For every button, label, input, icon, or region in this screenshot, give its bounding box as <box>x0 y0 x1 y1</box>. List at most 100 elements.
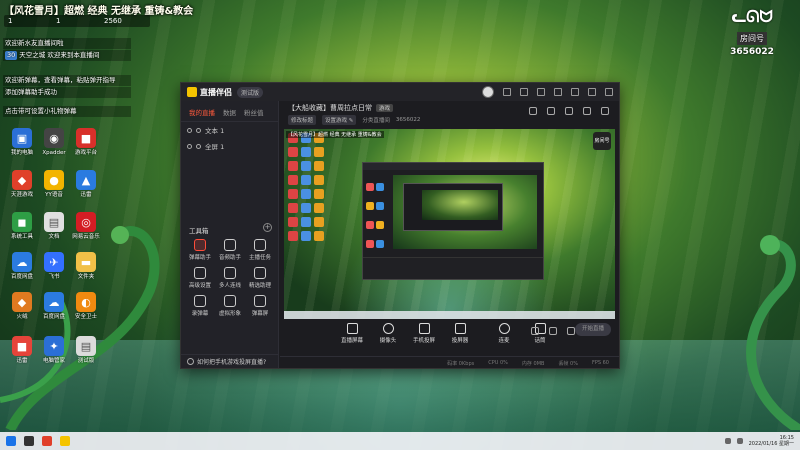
gift-icon[interactable] <box>529 107 537 115</box>
tool-record-danmaku[interactable]: 录弹幕 <box>185 295 215 317</box>
tab-data[interactable]: 数据 <box>223 107 236 117</box>
version-badge[interactable]: 测试版 <box>237 86 264 98</box>
desktop-icon[interactable]: ▤ 文档 <box>38 212 70 241</box>
preview-room-logo: 房间号 <box>593 132 611 150</box>
camera-button[interactable]: 摄像头 <box>376 323 400 344</box>
desktop-icon[interactable]: ▣ 我的电脑 <box>6 128 38 157</box>
projector-icon <box>454 323 466 334</box>
screenshot-icon[interactable] <box>565 107 573 115</box>
desktop-icon[interactable]: ✦ 电脑管家 <box>38 336 70 365</box>
tool-danmaku-screen[interactable]: 弹幕屏 <box>245 295 275 317</box>
desktop-icon[interactable]: ● YY语音 <box>38 170 70 199</box>
app-titlebar: 直播伴侣 测试版 <box>181 83 619 101</box>
taskbar-app-icon[interactable] <box>42 436 52 446</box>
tool-danmaku-helper[interactable]: 弹幕助手 <box>185 239 215 261</box>
more-icon[interactable] <box>567 327 575 335</box>
screen-capture-button[interactable]: 直播屏幕 <box>340 323 364 344</box>
bitrate-status: 码率 0Kbps <box>447 361 475 367</box>
settings-icon[interactable] <box>537 88 545 96</box>
tab-fans[interactable]: 粉丝值 <box>244 107 264 117</box>
visibility-icon[interactable] <box>187 143 192 149</box>
app-icon: ◎ <box>76 212 96 232</box>
app-icon: ◆ <box>12 292 32 312</box>
desktop-icon-label: 电脑管家 <box>42 358 65 364</box>
tab-my-live[interactable]: 我的直播 <box>189 107 215 117</box>
taskbar-live-companion-icon[interactable] <box>60 436 70 446</box>
tool-host-tasks[interactable]: 主播任务 <box>245 239 275 261</box>
desktop-icon[interactable]: ▬ 文件夹 <box>70 252 102 281</box>
camera-icon <box>382 323 394 334</box>
lock-icon[interactable] <box>196 143 201 149</box>
visibility-icon[interactable] <box>187 127 192 133</box>
cat-logo-icon: ᓚᘏᗢ <box>731 7 773 26</box>
clock[interactable]: 16:15 2022/01/16 星期一 <box>749 435 794 447</box>
room-title[interactable]: 【大船收藏】曹周拉点日常 <box>288 103 372 113</box>
desktop-icon[interactable]: ▤ 测试版 <box>70 336 102 365</box>
maximize-icon[interactable] <box>588 88 596 96</box>
desktop-icon-label: 火绒 <box>16 314 28 320</box>
app-icon: ● <box>44 170 64 190</box>
lock-icon[interactable] <box>196 127 201 133</box>
help-hint[interactable]: 如何把手机游戏投屏直播? <box>181 354 278 368</box>
desktop-icon[interactable]: ◎ 网易云音乐 <box>70 212 102 241</box>
dropped-frames-status: 丢帧 0% <box>558 361 578 367</box>
desktop-icon[interactable]: ◆ 火绒 <box>6 292 38 321</box>
left-panel: 我的直播 数据 粉丝值 文本 1 全屏 1 工具箱 + 弹幕助手 音频助手 主播… <box>181 101 279 368</box>
close-icon[interactable] <box>605 88 613 96</box>
network-icon[interactable] <box>724 438 731 444</box>
chat-message: 欢迎新水友直播间啦 <box>3 38 131 49</box>
danmaku-chat-overlay: 欢迎新水友直播间啦 30 天空之城 欢迎来到本直播间 欢迎新弹幕，查看弹幕，粘贴弹… <box>3 38 131 118</box>
minimize-icon[interactable] <box>571 88 579 96</box>
desktop-icon-label: 网易云音乐 <box>72 234 100 240</box>
start-live-button[interactable]: 开始直播 <box>575 323 611 336</box>
toolbox-grid: 弹幕助手 音频助手 主播任务 高级设置 多人连线 精选助理 录弹幕 虚拟形象 弹… <box>185 239 275 317</box>
projector-button[interactable]: 投屏器 <box>448 323 472 344</box>
notification-icon[interactable] <box>520 88 528 96</box>
edit-title-button[interactable]: 修改标题 <box>288 115 317 125</box>
desktop-icon[interactable]: ■ 游戏平台 <box>70 128 102 157</box>
tool-multi-link[interactable]: 多人连线 <box>215 267 245 289</box>
tool-audio-helper[interactable]: 音频助手 <box>215 239 245 261</box>
mic-link-button[interactable]: 连麦 <box>492 323 516 344</box>
menu-icon[interactable] <box>554 88 562 96</box>
room-category-tag[interactable]: 游戏 <box>376 104 394 112</box>
avatar-icon <box>224 295 236 307</box>
user-avatar[interactable] <box>482 86 494 98</box>
bell-icon[interactable] <box>583 107 591 115</box>
set-game-button[interactable]: 设置游戏 ✎ <box>322 115 357 125</box>
app-icon: ✈ <box>44 252 64 272</box>
scene-item-fullscreen[interactable]: 全屏 1 <box>181 138 278 154</box>
desktop-icon[interactable]: ■ 迅雷 <box>6 336 38 365</box>
scene-item-text[interactable]: 文本 1 <box>181 122 278 138</box>
start-icon[interactable] <box>6 436 16 446</box>
desktop-icon[interactable]: ◉ Xpadder <box>38 128 70 157</box>
tool-assistant[interactable]: 精选助理 <box>245 267 275 289</box>
app-icon: ▲ <box>76 170 96 190</box>
desktop-icon-label: 系统工具 <box>10 234 33 240</box>
main-panel: 【大船收藏】曹周拉点日常 游戏 修改标题 设置游戏 ✎ 分类直播间 365602… <box>280 101 619 368</box>
desktop-icon[interactable]: ☁ 百度网盘 <box>6 252 38 281</box>
stream-preview[interactable]: 【风花雪月】超燃 经典 无继承 重铸&教会 房间号 <box>284 129 615 319</box>
desktop-icon-label: 文件夹 <box>77 274 95 280</box>
tool-advanced-settings[interactable]: 高级设置 <box>185 267 215 289</box>
desktop-icon[interactable]: ✈ 飞书 <box>38 252 70 281</box>
share-icon[interactable] <box>547 107 555 115</box>
desktop-icon-label: 测试版 <box>77 358 95 364</box>
forward-icon[interactable] <box>601 107 609 115</box>
tool-virtual-avatar[interactable]: 虚拟形象 <box>215 295 245 317</box>
search-icon[interactable] <box>24 436 34 446</box>
desktop-icon[interactable]: ☁ 百度网盘 <box>38 292 70 321</box>
desktop-icon[interactable]: ◆ 天涯游戏 <box>6 170 38 199</box>
desktop-icon[interactable]: ◐ 安全卫士 <box>70 292 102 321</box>
desktop-icon[interactable]: ▲ 迅雷 <box>70 170 102 199</box>
gear-icon[interactable] <box>549 327 557 335</box>
add-tool-icon[interactable]: + <box>263 223 272 232</box>
message-icon[interactable] <box>503 88 511 96</box>
desktop-icon-label: 安全卫士 <box>74 314 97 320</box>
record-icon[interactable] <box>531 327 539 335</box>
desktop-icon[interactable]: ◼ 系统工具 <box>6 212 38 241</box>
screen-icon <box>254 295 266 307</box>
question-icon <box>187 358 194 365</box>
phone-cast-button[interactable]: 手机投屏 <box>412 323 436 344</box>
volume-icon[interactable] <box>736 438 743 444</box>
